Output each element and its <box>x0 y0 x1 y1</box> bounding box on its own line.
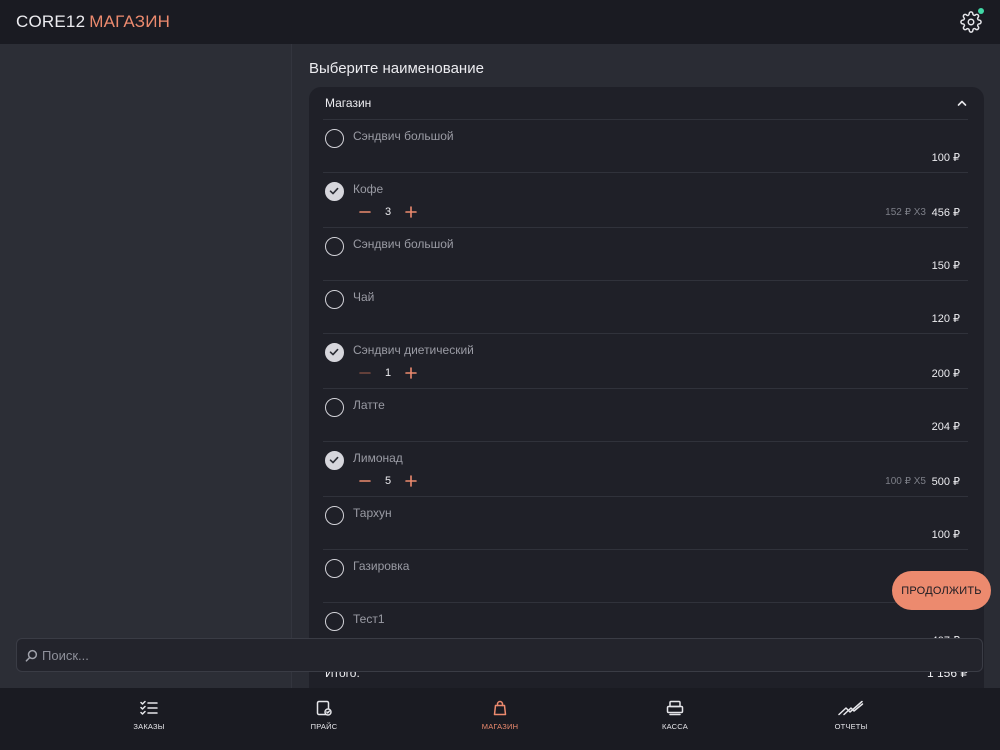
item-checkbox[interactable] <box>325 237 344 256</box>
checkmark-icon <box>329 348 339 356</box>
group-header[interactable]: Магазин <box>309 87 984 119</box>
bottom-nav: ЗАКАЗЫ ПРАЙС МАГАЗИН КАССА ОТЧЕТЫ <box>0 688 1000 750</box>
item-price: 100 ₽ <box>931 152 960 164</box>
price-doc-icon <box>316 700 332 716</box>
search-bar[interactable] <box>16 638 983 672</box>
item-price: 150 ₽ <box>931 260 960 272</box>
quantity-stepper[interactable]: 5 <box>353 473 423 489</box>
quantity-value: 3 <box>384 206 392 218</box>
nav-item-cashier[interactable]: КАССА <box>630 700 720 731</box>
unit-price: 100 ₽ Х5 <box>885 476 926 487</box>
quantity-stepper[interactable]: 3 <box>353 204 423 220</box>
nav-item-price[interactable]: ПРАЙС <box>279 700 369 731</box>
list-item[interactable]: Чай 120 ₽ <box>323 280 968 333</box>
app-title: CORE12 МАГАЗИН <box>16 12 170 32</box>
item-checkbox[interactable] <box>325 343 344 362</box>
search-icon <box>25 649 38 662</box>
chevron-up-icon <box>957 100 967 106</box>
item-price: 500 ₽ <box>931 476 960 488</box>
plus-icon <box>405 206 417 218</box>
nav-item-shop[interactable]: МАГАЗИН <box>455 700 545 731</box>
settings-button[interactable] <box>960 8 984 33</box>
decrease-button[interactable] <box>353 204 377 220</box>
item-name: Лимонад <box>353 451 403 465</box>
list-item[interactable]: Кофе 3 152 ₽ Х3 456 ₽ <box>323 172 968 227</box>
left-panel <box>0 44 292 688</box>
item-checkbox[interactable] <box>325 451 344 470</box>
item-checkbox[interactable] <box>325 398 344 417</box>
nav-label: ПРАЙС <box>310 722 338 731</box>
item-price: 200 ₽ <box>931 368 960 380</box>
quantity-value: 1 <box>384 367 392 379</box>
increase-button[interactable] <box>399 365 423 381</box>
top-bar: CORE12 МАГАЗИН <box>0 0 1000 44</box>
shopping-bag-icon <box>493 700 507 716</box>
checkmark-icon <box>329 456 339 464</box>
item-price: 100 ₽ <box>931 529 960 541</box>
continue-button[interactable]: ПРОДОЛЖИТЬ <box>892 571 991 610</box>
list-item[interactable]: Латте 204 ₽ <box>323 388 968 441</box>
nav-label: МАГАЗИН <box>481 722 519 731</box>
gear-icon <box>960 11 982 33</box>
quantity-stepper[interactable]: 1 <box>353 365 423 381</box>
brand-name: CORE12 <box>16 12 86 31</box>
item-name: Сэндвич большой <box>353 237 454 251</box>
list-item[interactable]: Лимонад 5 100 ₽ Х5 500 ₽ <box>323 441 968 496</box>
list-item[interactable]: Сэндвич большой 150 ₽ <box>323 227 968 280</box>
page-title: Выберите наименование <box>309 60 484 77</box>
item-checkbox[interactable] <box>325 182 344 201</box>
item-name: Тархун <box>353 506 392 520</box>
item-checkbox[interactable] <box>325 506 344 525</box>
chart-icon <box>838 700 864 716</box>
item-checkbox[interactable] <box>325 129 344 148</box>
product-card: Магазин Сэндвич большой 100 ₽ Кофе 3 152… <box>309 87 984 688</box>
decrease-button[interactable] <box>353 473 377 489</box>
increase-button[interactable] <box>399 473 423 489</box>
plus-icon <box>405 367 417 379</box>
item-price: 204 ₽ <box>931 421 960 433</box>
nav-label: КАССА <box>662 722 688 731</box>
decrease-button[interactable] <box>353 365 377 381</box>
nav-label: ОТЧЕТЫ <box>834 722 868 731</box>
item-checkbox[interactable] <box>325 612 344 631</box>
nav-item-reports[interactable]: ОТЧЕТЫ <box>806 700 896 731</box>
item-name: Газировка <box>353 559 410 573</box>
item-price: 456 ₽ <box>931 207 960 219</box>
list-item[interactable]: Сэндвич диетический 1 200 ₽ <box>323 333 968 388</box>
minus-icon <box>359 372 371 374</box>
item-name: Чай <box>353 290 375 304</box>
item-price: 120 ₽ <box>931 313 960 325</box>
search-input[interactable] <box>42 647 942 663</box>
checkmark-icon <box>329 187 339 195</box>
item-checkbox[interactable] <box>325 290 344 309</box>
plus-icon <box>405 475 417 487</box>
printer-icon <box>666 700 684 716</box>
item-name: Латте <box>353 398 385 412</box>
item-name: Сэндвич диетический <box>353 343 474 357</box>
list-item[interactable]: Газировка <box>323 549 968 602</box>
quantity-value: 5 <box>384 475 392 487</box>
item-name: Тест1 <box>353 612 385 626</box>
list-item[interactable]: Сэндвич большой 100 ₽ <box>323 119 968 172</box>
section-name: МАГАЗИН <box>89 12 171 31</box>
item-name: Кофе <box>353 182 384 196</box>
group-title: Магазин <box>325 96 372 110</box>
checklist-icon <box>140 700 158 715</box>
list-item[interactable]: Тархун 100 ₽ <box>323 496 968 549</box>
minus-icon <box>359 211 371 213</box>
item-name: Сэндвич большой <box>353 129 454 143</box>
item-checkbox[interactable] <box>325 559 344 578</box>
nav-item-orders[interactable]: ЗАКАЗЫ <box>104 700 194 731</box>
minus-icon <box>359 480 371 482</box>
notification-dot <box>978 8 984 14</box>
increase-button[interactable] <box>399 204 423 220</box>
nav-label: ЗАКАЗЫ <box>133 722 165 731</box>
unit-price: 152 ₽ Х3 <box>885 207 926 218</box>
